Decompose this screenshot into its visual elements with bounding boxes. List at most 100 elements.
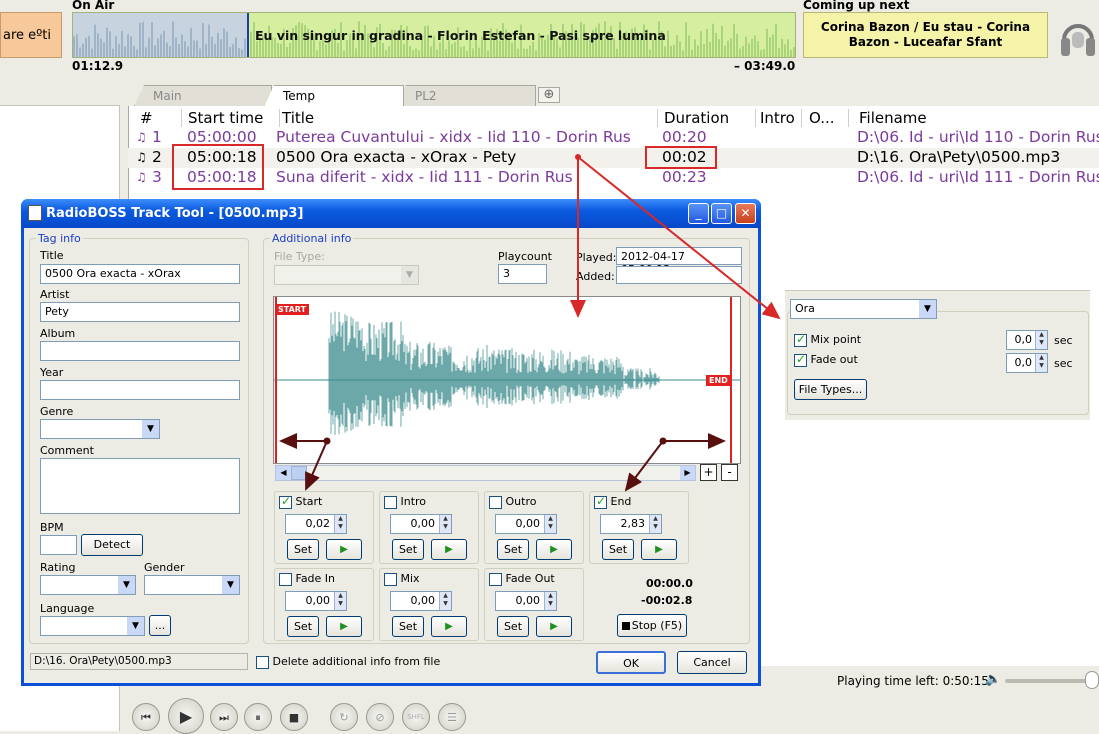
add-tab-button[interactable]: ⊕ <box>538 87 560 103</box>
volume-slider-knob[interactable] <box>1085 671 1099 689</box>
delete-info-option[interactable]: Delete additional info from file <box>256 655 440 669</box>
volume-slider[interactable] <box>1005 679 1097 683</box>
mix-input[interactable]: 0,00 ▲ ▼ <box>390 591 452 611</box>
fade-out-marker-checkbox[interactable] <box>489 572 502 586</box>
end-checkbox[interactable] <box>594 494 607 509</box>
start-play-icon[interactable]: ▶ <box>326 539 362 560</box>
stop-icon[interactable]: ■ <box>280 703 308 731</box>
end-play-icon[interactable]: ▶ <box>641 539 677 560</box>
delete-info-checkbox[interactable] <box>256 655 269 669</box>
intro-checkbox[interactable] <box>384 495 397 509</box>
outro-checkbox[interactable] <box>489 495 502 509</box>
spinner-arrows-icon[interactable]: ▲ ▼ <box>439 515 451 533</box>
artist-input[interactable]: Pety <box>40 302 240 322</box>
chevron-down-icon[interactable]: ▼ <box>142 420 159 438</box>
headphones-icon[interactable] <box>1058 12 1098 62</box>
pause-icon[interactable]: ⏸ <box>244 703 272 731</box>
maximize-icon[interactable]: □ <box>711 203 732 224</box>
intro-input[interactable]: 0,00 ▲ ▼ <box>390 514 452 534</box>
waveform-editor[interactable] <box>273 296 741 464</box>
spinner-arrows-icon[interactable]: ▲ ▼ <box>334 515 346 533</box>
chevron-down-icon[interactable]: ▼ <box>401 266 418 284</box>
tab-pl2[interactable]: PL2 <box>396 85 536 106</box>
file-types-button[interactable]: File Types... <box>794 379 867 400</box>
playcount-input[interactable]: 3 <box>498 264 547 284</box>
category-select[interactable]: Ora ▼ <box>790 299 937 319</box>
start-set-button[interactable]: Set <box>287 539 319 560</box>
scroll-right-icon[interactable]: ▶ <box>680 466 695 480</box>
start-marker-flag[interactable]: START <box>275 304 310 315</box>
playlist-row[interactable]: ♫ 1 05:00:00 Puterea Cuvantului - xidx -… <box>128 128 1099 148</box>
added-input[interactable] <box>616 266 742 284</box>
ok-button[interactable]: OK <box>596 651 666 674</box>
next-icon[interactable]: ⏭ <box>210 703 238 731</box>
col-intro[interactable]: Intro <box>760 109 802 127</box>
zoom-in-icon[interactable]: + <box>700 464 717 481</box>
spinner-arrows-icon[interactable]: ▲ ▼ <box>439 592 451 610</box>
now-playing-waveform[interactable]: Eu vin singur in gradina - Florin Estefa… <box>72 12 796 58</box>
fade-in-play-icon[interactable]: ▶ <box>326 616 362 637</box>
language-browse-button[interactable]: ... <box>149 615 171 636</box>
gender-select[interactable]: ▼ <box>144 575 240 595</box>
fade-in-set-button[interactable]: Set <box>287 616 319 637</box>
col-num[interactable]: # <box>140 109 182 127</box>
scroll-thumb[interactable] <box>291 466 307 480</box>
outro-input[interactable]: 0,00 ▲ ▼ <box>495 514 557 534</box>
playhead[interactable] <box>247 13 249 57</box>
fade-out-set-button[interactable]: Set <box>497 616 529 637</box>
end-input[interactable]: 2,83 ▲ ▼ <box>600 514 662 534</box>
col-duration[interactable]: Duration <box>664 109 756 127</box>
previous-icon[interactable]: ⏮ <box>132 703 160 731</box>
spinner-arrows-icon[interactable]: ▲ ▼ <box>649 515 661 533</box>
played-input[interactable]: 2012-04-17 05:00:12 <box>616 247 742 276</box>
fade-out-input[interactable]: 0,0 ▲ ▼ <box>1006 353 1048 373</box>
fade-out-checkbox[interactable] <box>794 352 807 367</box>
fade-out-play-icon[interactable]: ▶ <box>536 616 572 637</box>
end-marker-flag[interactable]: END <box>706 375 731 386</box>
mix-point-input[interactable]: 0,0 ▲ ▼ <box>1006 330 1048 350</box>
comment-input[interactable] <box>40 458 240 514</box>
tab-temp[interactable]: Temp <box>264 85 404 107</box>
tab-main[interactable]: Main <box>134 85 272 106</box>
cancel-button[interactable]: Cancel <box>677 651 747 674</box>
year-input[interactable] <box>40 380 240 400</box>
fade-in-input[interactable]: 0,00 ▲ ▼ <box>285 591 347 611</box>
mix-set-button[interactable]: Set <box>392 616 424 637</box>
mix-play-icon[interactable]: ▶ <box>431 616 467 637</box>
mix-point-option[interactable]: Mix point <box>794 332 861 347</box>
scroll-left-icon[interactable]: ◀ <box>276 466 291 480</box>
language-select[interactable]: ▼ <box>40 616 145 636</box>
start-input[interactable]: 0,02 ▲ ▼ <box>285 514 347 534</box>
stop-preview-button[interactable]: Stop (F5) <box>617 614 687 637</box>
mix-checkbox[interactable] <box>384 572 397 586</box>
intro-set-button[interactable]: Set <box>392 539 424 560</box>
playlist-icon[interactable]: ☰ <box>438 703 466 731</box>
chevron-down-icon[interactable]: ▼ <box>222 576 239 594</box>
title-input[interactable]: 0500 Ora exacta - xOrax <box>40 264 240 284</box>
chevron-down-icon[interactable]: ▼ <box>118 576 135 594</box>
chevron-down-icon[interactable]: ▼ <box>127 617 144 635</box>
col-filename[interactable]: Filename <box>859 109 1099 127</box>
outro-play-icon[interactable]: ▶ <box>536 539 572 560</box>
album-input[interactable] <box>40 341 240 361</box>
start-checkbox[interactable] <box>279 494 292 509</box>
waveform-scrollbar[interactable]: ◀ ▶ <box>275 465 696 481</box>
col-title[interactable]: Title <box>280 109 658 127</box>
repeat-icon[interactable]: ↻ <box>330 703 358 731</box>
fade-out-option[interactable]: Fade out <box>794 352 858 367</box>
spinner-arrows-icon[interactable]: ▲ ▼ <box>1035 354 1047 372</box>
play-icon[interactable]: ▶ <box>168 698 204 734</box>
fade-in-checkbox[interactable] <box>279 572 292 586</box>
file-type-select[interactable]: ▼ <box>274 265 419 285</box>
detect-button[interactable]: Detect <box>81 534 143 556</box>
outro-set-button[interactable]: Set <box>497 539 529 560</box>
spinner-arrows-icon[interactable]: ▲ ▼ <box>334 592 346 610</box>
no-entry-icon[interactable]: ⊘ <box>366 703 394 731</box>
bpm-input[interactable] <box>40 535 77 555</box>
minimize-icon[interactable]: _ <box>688 203 709 224</box>
playlist-row[interactable]: ♫ 3 05:00:18 Suna diferit - xidx - Iid 1… <box>128 168 1099 188</box>
fade-out-marker-input[interactable]: 0,00 ▲ ▼ <box>495 591 557 611</box>
rating-select[interactable]: ▼ <box>40 575 136 595</box>
col-start-time[interactable]: Start time <box>188 109 280 127</box>
col-outro[interactable]: O... <box>809 109 849 127</box>
